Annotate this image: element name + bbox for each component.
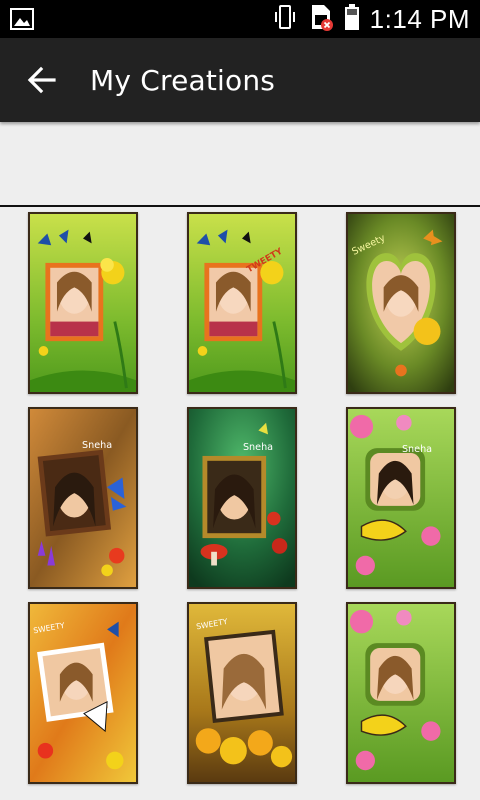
vibrate-icon bbox=[272, 4, 298, 35]
creation-caption: Sneha bbox=[243, 442, 273, 453]
divider bbox=[0, 205, 480, 207]
page-title: My Creations bbox=[90, 63, 276, 97]
creation-thumbnail[interactable]: SWEETY bbox=[28, 602, 138, 784]
battery-icon bbox=[344, 3, 360, 36]
creation-thumbnail[interactable]: Sneha bbox=[28, 407, 138, 589]
creation-thumbnail[interactable]: SWEETY bbox=[187, 602, 297, 784]
creation-caption: Sneha bbox=[402, 444, 432, 455]
creation-caption: Sneha bbox=[82, 440, 112, 451]
creation-thumbnail[interactable] bbox=[346, 602, 456, 784]
status-icons: 1:14 PM bbox=[272, 0, 470, 38]
gallery-icon bbox=[10, 8, 34, 30]
creation-thumbnail[interactable]: Sneha bbox=[346, 407, 456, 589]
creation-thumbnail[interactable]: Sweety bbox=[346, 212, 456, 394]
creation-thumbnail[interactable]: TWEETY bbox=[187, 212, 297, 394]
arrow-left-icon bbox=[27, 66, 56, 94]
back-button[interactable] bbox=[12, 50, 72, 110]
status-time: 1:14 PM bbox=[369, 3, 470, 34]
status-bar: 1:14 PM bbox=[0, 0, 480, 38]
creation-thumbnail[interactable]: Sneha bbox=[187, 407, 297, 589]
sim-error-icon bbox=[308, 3, 334, 36]
app-bar: My Creations bbox=[0, 38, 480, 122]
creation-thumbnail[interactable] bbox=[28, 212, 138, 394]
